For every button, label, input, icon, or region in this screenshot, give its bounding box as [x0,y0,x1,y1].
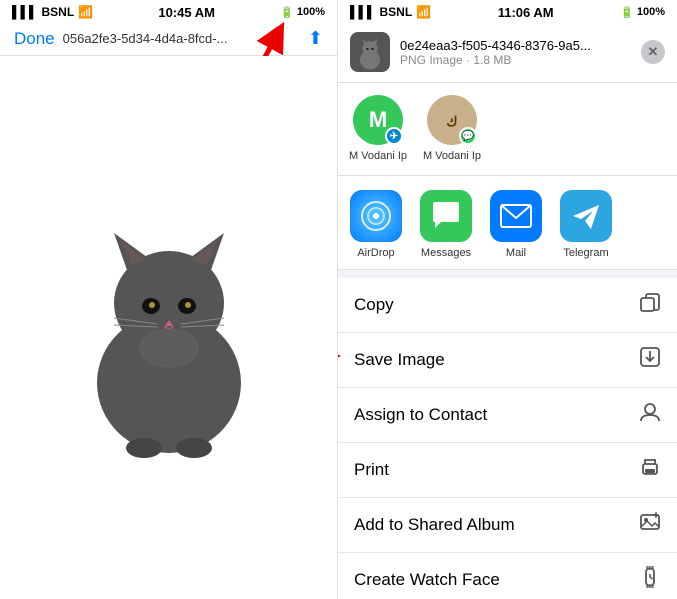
contact-badge-0: ✈ [385,127,403,145]
assign-contact-icon [639,401,661,429]
file-title-left: 056a2fe3-5d34-4d4a-8fcd-... [63,31,300,46]
telegram-icon [560,190,612,242]
action-copy[interactable]: Copy [338,278,677,333]
action-watch-face-label: Create Watch Face [354,570,500,590]
left-carrier: ▌▌▌ BSNL 📶 [12,5,93,19]
arrow-annotation-right [338,341,348,376]
right-panel: ▌▌▌ BSNL 📶 11:06 AM 🔋 100% 0e24eaa3-f505… [338,0,677,599]
copy-icon [639,291,661,319]
action-print-label: Print [354,460,389,480]
signal-icon-right: ▌▌▌ [350,5,376,19]
save-image-icon [639,346,661,374]
messages-label: Messages [421,247,471,259]
print-icon [639,456,661,484]
right-carrier: ▌▌▌ BSNL 📶 [350,5,431,19]
right-time: 11:06 AM [498,5,554,20]
right-status-bar: ▌▌▌ BSNL 📶 11:06 AM 🔋 100% [338,0,677,22]
signal-icon: ▌▌▌ [12,5,38,19]
left-panel: ▌▌▌ BSNL 📶 10:45 AM 🔋 100% Done 056a2fe3… [0,0,338,599]
wifi-icon-right: 📶 [416,5,431,19]
action-save-image-label: Save Image [354,350,445,370]
shared-album-icon [639,511,661,539]
battery-icon: 🔋 [280,6,294,19]
share-close-button[interactable]: ✕ [641,40,665,64]
action-copy-label: Copy [354,295,394,315]
airdrop-icon [350,190,402,242]
cat-image-area [0,56,337,599]
wifi-icon: 📶 [78,5,93,19]
share-file-icon [350,32,390,72]
mail-icon [490,190,542,242]
share-file-meta: PNG Image · 1.8 MB [400,53,631,67]
app-item-telegram[interactable]: Telegram [558,190,614,259]
left-time: 10:45 AM [158,5,215,20]
contacts-row: M ✈ M Vodani Ip ك 💬 M Vodani Ip [338,83,677,176]
app-item-messages[interactable]: Messages [418,190,474,259]
app-item-airdrop[interactable]: AirDrop [348,190,404,259]
airdrop-label: AirDrop [357,247,394,259]
share-file-name: 0e24eaa3-f505-4346-8376-9a5... [400,38,631,53]
carrier-name-right: BSNL [380,5,413,19]
share-header: 0e24eaa3-f505-4346-8376-9a5... PNG Image… [338,22,677,83]
action-list: Copy Save Image [338,270,677,599]
left-battery: 🔋 100% [280,6,325,19]
battery-pct: 100% [297,6,325,18]
contact-avatar-0: M ✈ [353,95,403,145]
left-status-bar: ▌▌▌ BSNL 📶 10:45 AM 🔋 100% [0,0,337,22]
action-watch-face[interactable]: Create Watch Face [338,553,677,599]
contact-name-0: M Vodani Ip [349,150,407,163]
done-button[interactable]: Done [14,29,55,49]
action-shared-album-label: Add to Shared Album [354,515,515,535]
contact-avatar-1: ك 💬 [427,95,477,145]
battery-pct-right: 100% [637,6,665,18]
apps-row: AirDrop Messages Mail [338,176,677,270]
contact-item-1[interactable]: ك 💬 M Vodani Ip [422,95,482,163]
contact-item[interactable]: M ✈ M Vodani Ip [348,95,408,163]
cat-image [69,198,269,458]
action-print[interactable]: Print [338,443,677,498]
carrier-name: BSNL [42,5,75,19]
svg-text:ك: ك [446,114,457,129]
contact-name-1: M Vodani Ip [423,150,481,163]
share-file-details: 0e24eaa3-f505-4346-8376-9a5... PNG Image… [400,38,631,67]
mail-label: Mail [506,247,526,259]
contact-badge-1: 💬 [459,127,477,145]
action-assign-contact[interactable]: Assign to Contact [338,388,677,443]
telegram-label: Telegram [563,247,608,259]
messages-icon [420,190,472,242]
share-button-left[interactable]: ⬆ [308,28,323,49]
app-item-mail[interactable]: Mail [488,190,544,259]
right-battery: 🔋 100% [620,6,665,19]
action-assign-contact-label: Assign to Contact [354,405,487,425]
battery-icon-right: 🔋 [620,6,634,19]
action-save-image[interactable]: Save Image [338,333,677,388]
left-nav-bar: Done 056a2fe3-5d34-4d4a-8fcd-... ⬆ [0,22,337,56]
watch-face-icon [639,566,661,594]
action-shared-album[interactable]: Add to Shared Album [338,498,677,553]
